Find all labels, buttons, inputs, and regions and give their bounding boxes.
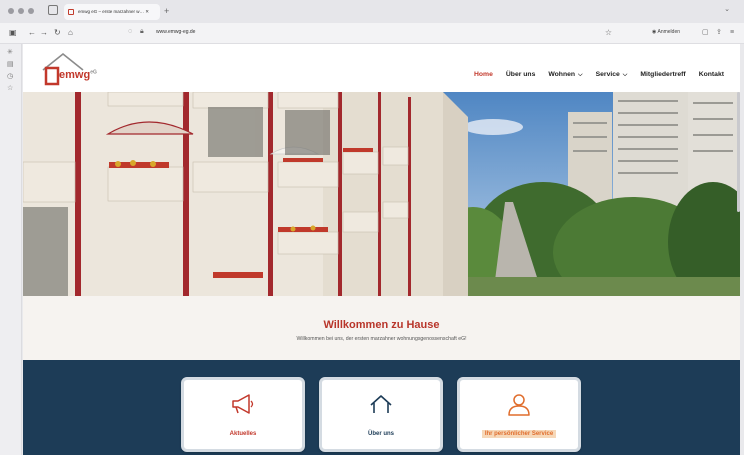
window-zoom-dot[interactable] — [28, 8, 34, 14]
extensions-icon[interactable]: ▢ — [702, 29, 709, 37]
home-icon[interactable]: ⌂ — [68, 28, 73, 38]
sidebar-tabs-icon[interactable]: ▤ — [7, 60, 14, 68]
chevron-down-icon: ⌵ — [578, 72, 583, 78]
card-ueber-uns[interactable]: Über uns — [319, 377, 443, 452]
page-scrollbar[interactable] — [737, 92, 740, 212]
url-text[interactable]: www.emwg-eg.de — [156, 29, 195, 35]
nav-home[interactable]: Home — [474, 71, 493, 79]
card-ueber-uns-label: Über uns — [367, 431, 394, 437]
main-nav: Home Über uns Wohnen ⌵ Service ⌵ Mitgliede… — [474, 71, 724, 79]
reload-icon[interactable]: ↻ — [54, 28, 61, 38]
person-icon — [460, 393, 578, 422]
bookmark-star-icon[interactable]: ☆ — [605, 28, 612, 37]
card-service-label: Ihr persönlicher Service — [460, 430, 578, 438]
web-page: emwgeG Home Über uns Wohnen ⌵ Service ⌵ Mi… — [23, 44, 740, 455]
browser-sidebar: ✳ ▤ ◷ ☆ — [0, 44, 22, 455]
nav-wohnen[interactable]: Wohnen ⌵ — [548, 71, 582, 79]
tab-overflow-icon[interactable]: ⌄ — [724, 5, 730, 13]
account-button[interactable]: ◉ Anmelden — [652, 29, 680, 35]
welcome-section: Willkommen zu Hause Willkommen bei uns, … — [23, 296, 740, 360]
sidebar-ai-icon[interactable]: ✳ — [7, 48, 13, 56]
sidebar-toggle-icon[interactable] — [48, 5, 58, 15]
welcome-title: Willkommen zu Hause — [323, 319, 440, 331]
favicon-icon — [68, 9, 74, 15]
chevron-down-icon: ⌵ — [622, 72, 628, 78]
welcome-subtitle: Willkommen bei uns, der ersten marzahner… — [296, 336, 467, 342]
card-service[interactable]: Ihr persönlicher Service — [457, 377, 581, 452]
address-bar[interactable]: ◌ 🔒︎ www.emwg-eg.de ☆ — [120, 27, 620, 40]
sidebar-bookmarks-icon[interactable]: ☆ — [7, 84, 13, 92]
nav-kontakt[interactable]: Kontakt — [699, 71, 724, 79]
tab-title: emwg eG – erste marzahner w… ✕ — [78, 9, 150, 14]
nav-mitgliedertreff[interactable]: Mitgliedertreff — [640, 71, 685, 79]
card-aktuelles[interactable]: Aktuelles — [181, 377, 305, 452]
site-header: emwgeG Home Über uns Wohnen ⌵ Service ⌵ Mi… — [23, 44, 740, 92]
site-logo[interactable]: emwgeG — [37, 50, 97, 86]
nav-wohnen-label: Wohnen — [548, 71, 576, 78]
share-icon[interactable]: ⇪ — [716, 29, 722, 37]
menu-icon[interactable]: ≡ — [730, 29, 734, 37]
window-minimize-dot[interactable] — [18, 8, 24, 14]
card-aktuelles-label: Aktuelles — [229, 431, 257, 437]
house-icon — [322, 393, 440, 420]
apartment-buildings-photo — [23, 92, 740, 296]
megaphone-icon — [184, 393, 302, 420]
nav-ueber-uns[interactable]: Über uns — [506, 71, 535, 79]
forward-icon[interactable]: → — [40, 28, 48, 38]
nav-service-label: Service — [595, 71, 620, 78]
sidebar-panel-icon[interactable]: ▣ — [9, 28, 17, 38]
browser-toolbar: ▣ ← → ↻ ⌂ ◌ 🔒︎ www.emwg-eg.de ☆ ◉ Anmeld… — [0, 23, 744, 44]
hero-image — [23, 92, 740, 296]
back-icon[interactable]: ← — [28, 28, 36, 38]
window-close-dot[interactable] — [8, 8, 14, 14]
lock-icon[interactable]: 🔒︎ — [140, 28, 144, 36]
sidebar-history-icon[interactable]: ◷ — [7, 72, 13, 80]
logo-text: emwgeG — [59, 69, 97, 81]
browser-tabbar: emwg eG – erste marzahner w… ✕ + ⌄ — [0, 0, 744, 23]
new-tab-button[interactable]: + — [164, 5, 169, 17]
quicklinks-section: Aktuelles Über uns Ihr persönlicher Serv… — [23, 360, 740, 455]
shield-icon[interactable]: ◌ — [128, 28, 132, 35]
browser-tab[interactable]: emwg eG – erste marzahner w… ✕ — [64, 4, 160, 20]
nav-service[interactable]: Service ⌵ — [596, 71, 628, 79]
account-label: Anmelden — [657, 29, 680, 35]
